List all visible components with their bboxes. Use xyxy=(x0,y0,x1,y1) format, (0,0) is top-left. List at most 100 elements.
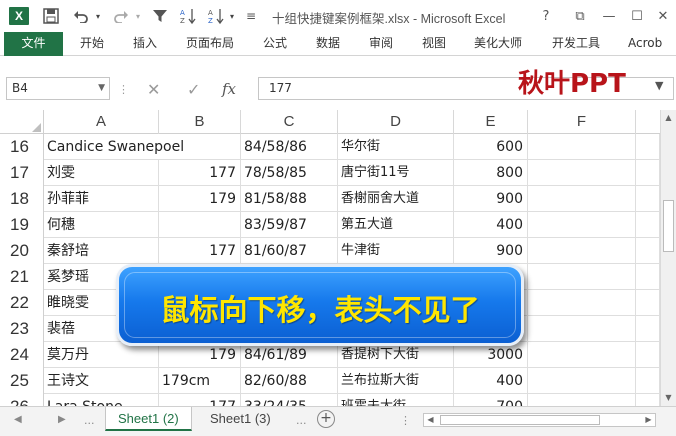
tab-home[interactable]: 开始 xyxy=(80,32,104,56)
row-header[interactable]: 26 xyxy=(0,394,44,406)
minimize-button[interactable]: — xyxy=(596,4,622,28)
cell[interactable]: Candice Swanepoel xyxy=(44,134,184,160)
cell[interactable]: 牛津街 xyxy=(338,238,454,264)
prev-sheet-icon[interactable]: ◀ xyxy=(14,414,22,425)
cell[interactable]: 班霍夫大街 xyxy=(338,394,454,406)
cell[interactable] xyxy=(528,290,636,316)
cell[interactable] xyxy=(528,368,636,394)
help-button[interactable]: ? xyxy=(533,4,559,28)
tab-beautify-master[interactable]: 美化大师 xyxy=(474,32,522,56)
next-sheet-icon[interactable]: ▶ xyxy=(58,414,66,425)
name-box[interactable]: B4 ▼ xyxy=(6,77,110,100)
close-button[interactable]: ✕ xyxy=(650,4,676,28)
add-sheet-icon[interactable]: + xyxy=(317,410,335,428)
cell[interactable]: 兰布拉斯大街 xyxy=(338,368,454,394)
save-icon[interactable] xyxy=(40,5,62,27)
cell[interactable] xyxy=(636,368,660,394)
cell[interactable] xyxy=(528,186,636,212)
select-all-button[interactable] xyxy=(0,110,44,134)
cell[interactable] xyxy=(528,134,636,160)
cell[interactable]: 刘雯 xyxy=(44,160,159,186)
cell[interactable] xyxy=(636,212,660,238)
cell[interactable] xyxy=(636,290,660,316)
scroll-right-icon[interactable]: ▶ xyxy=(642,414,655,426)
column-header-g[interactable] xyxy=(636,110,660,134)
cell[interactable]: 何穗 xyxy=(44,212,159,238)
scroll-down-icon[interactable]: ▼ xyxy=(661,390,676,406)
cell[interactable] xyxy=(636,264,660,290)
cell[interactable]: 600 xyxy=(454,134,528,160)
cell[interactable] xyxy=(159,212,241,238)
row-header[interactable]: 22 xyxy=(0,290,44,316)
cell[interactable]: 81/60/87 xyxy=(241,238,338,264)
cell[interactable]: 秦舒培 xyxy=(44,238,159,264)
cell[interactable]: Lara Stone xyxy=(44,394,159,406)
column-header-d[interactable]: D xyxy=(338,110,454,134)
splitter-handle-icon[interactable]: ⋮ xyxy=(400,414,411,427)
chevron-down-icon[interactable]: ▼ xyxy=(98,78,105,99)
row-header[interactable]: 23 xyxy=(0,316,44,342)
undo-dropdown-icon[interactable]: ▾ xyxy=(92,5,104,27)
sheet-tab-active[interactable]: Sheet1 (2) xyxy=(105,407,192,431)
vertical-scrollbar[interactable]: ▲ ▼ xyxy=(660,110,676,406)
cell[interactable] xyxy=(528,342,636,368)
tab-page-layout[interactable]: 页面布局 xyxy=(186,32,234,56)
cell[interactable] xyxy=(528,316,636,342)
redo-icon[interactable] xyxy=(110,5,132,27)
row-header[interactable]: 18 xyxy=(0,186,44,212)
row-header[interactable]: 24 xyxy=(0,342,44,368)
column-header-b[interactable]: B xyxy=(159,110,241,134)
cell[interactable] xyxy=(636,160,660,186)
row-header[interactable]: 20 xyxy=(0,238,44,264)
tab-insert[interactable]: 插入 xyxy=(133,32,157,56)
cell[interactable]: 700 xyxy=(454,394,528,406)
cell[interactable]: 800 xyxy=(454,160,528,186)
column-header-c[interactable]: C xyxy=(241,110,338,134)
redo-dropdown-icon[interactable]: ▾ xyxy=(132,5,144,27)
scrollbar-thumb[interactable] xyxy=(440,415,600,425)
tab-data[interactable]: 数据 xyxy=(316,32,340,56)
filter-icon[interactable] xyxy=(150,5,170,27)
row-header[interactable]: 25 xyxy=(0,368,44,394)
cell[interactable]: 83/59/87 xyxy=(241,212,338,238)
cell[interactable] xyxy=(528,238,636,264)
cell[interactable]: 33/24/35 xyxy=(241,394,338,406)
cell[interactable] xyxy=(528,394,636,406)
cell[interactable]: 82/60/88 xyxy=(241,368,338,394)
undo-icon[interactable] xyxy=(70,5,92,27)
tab-review[interactable]: 审阅 xyxy=(369,32,393,56)
more-sheets-icon[interactable]: ... xyxy=(84,414,95,427)
cell[interactable]: 78/58/85 xyxy=(241,160,338,186)
column-header-e[interactable]: E xyxy=(454,110,528,134)
more-sheets-right-icon[interactable]: ... xyxy=(296,414,307,427)
cell[interactable]: 400 xyxy=(454,368,528,394)
cell[interactable]: 900 xyxy=(454,238,528,264)
cell[interactable] xyxy=(528,160,636,186)
cell[interactable] xyxy=(636,394,660,406)
cell[interactable]: 177 xyxy=(159,394,241,406)
ribbon-display-button[interactable]: ⧉ xyxy=(567,4,593,28)
customize-qat-icon[interactable]: ≡ xyxy=(244,5,258,27)
cell[interactable]: 唐宁街11号 xyxy=(338,160,454,186)
cell[interactable]: 华尔街 xyxy=(338,134,454,160)
tab-formulas[interactable]: 公式 xyxy=(263,32,287,56)
cell[interactable]: 179 xyxy=(159,186,241,212)
column-header-f[interactable]: F xyxy=(528,110,636,134)
row-header[interactable]: 21 xyxy=(0,264,44,290)
cell[interactable] xyxy=(636,316,660,342)
cell[interactable]: 香榭丽舍大道 xyxy=(338,186,454,212)
expand-formula-bar-icon[interactable]: ▼ xyxy=(655,79,663,92)
tab-view[interactable]: 视图 xyxy=(422,32,446,56)
cell[interactable]: 177 xyxy=(159,160,241,186)
cell[interactable]: 900 xyxy=(454,186,528,212)
scroll-up-icon[interactable]: ▲ xyxy=(661,110,676,126)
sort-desc-icon[interactable]: AZ xyxy=(206,5,226,27)
cell[interactable] xyxy=(159,134,241,160)
cancel-icon[interactable]: ✕ xyxy=(147,79,160,99)
column-header-a[interactable]: A xyxy=(44,110,159,134)
cell[interactable]: 81/58/88 xyxy=(241,186,338,212)
tab-file[interactable]: 文件 xyxy=(4,32,63,56)
scrollbar-thumb[interactable] xyxy=(663,200,674,252)
cell[interactable]: 179cm xyxy=(159,368,241,394)
tab-acrobat[interactable]: Acrob xyxy=(628,32,662,56)
